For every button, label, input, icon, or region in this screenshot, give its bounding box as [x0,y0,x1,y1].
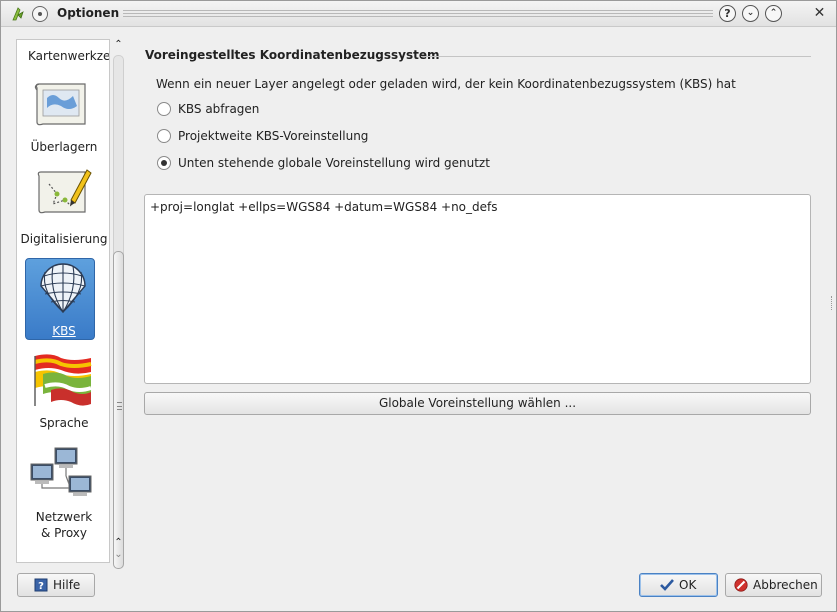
scroll-up-arrow-icon[interactable]: ⌃ [112,39,125,51]
sidebar-item-label: Sprache [39,416,89,430]
scroll-down-arrow-icon[interactable]: ⌄ [112,549,125,561]
crs-group-title: Voreingestelltes Koordinatenbezugssystem [145,48,440,62]
sidebar-item-digitizing[interactable]: Digitalisierung [17,166,109,252]
qgis-app-icon [12,7,24,21]
sidebar-item-map-tools[interactable]: Kartenwerkze [17,40,110,80]
window-title: Optionen [57,6,120,20]
sidebar-item-language[interactable]: Sprache [17,352,109,438]
radio-global-crs[interactable] [157,156,171,170]
maximize-button[interactable]: ⌃ [765,5,782,22]
window-menu-button[interactable] [32,6,48,22]
sidebar-item-network-proxy[interactable]: Netzwerk & Proxy [17,444,109,554]
ok-button-label: OK [679,578,697,592]
title-bar-decoration [123,10,713,19]
help-book-icon: ? [34,578,48,592]
help-dialog-button[interactable]: ? Hilfe [17,573,95,597]
cancel-button[interactable]: Abbrechen [725,573,822,597]
resize-grip[interactable] [831,296,834,310]
sidebar-item-overlay[interactable]: Überlagern [17,80,109,160]
options-category-list: Kartenwerkze Überlagern Digitalisierung [16,39,110,563]
overlay-map-icon [34,83,86,126]
cancel-icon [734,578,748,592]
radio-label-prompt-crs[interactable]: KBS abfragen [178,102,259,116]
minimize-button[interactable]: ⌄ [742,5,759,22]
sidebar-item-label-secondary: & Proxy [40,526,88,540]
close-button[interactable]: ✕ [811,5,828,22]
sidebar-item-label: Überlagern [30,140,98,154]
radio-label-project-crs[interactable]: Projektweite KBS-Voreinstellung [178,129,368,143]
sidebar-item-label: Digitalisierung [20,232,108,246]
network-computers-icon [30,447,92,496]
select-global-default-button[interactable]: Globale Voreinstellung wählen ... [144,392,811,415]
sidebar-item-crs[interactable]: KBS [17,256,109,342]
help-button-label: Hilfe [53,578,81,592]
radio-label-global-crs[interactable]: Unten stehende globale Voreinstellung wi… [178,156,490,170]
sidebar-item-label: KBS [52,324,76,338]
scroll-thumb[interactable] [113,251,124,569]
globe-grid-icon [40,263,86,314]
group-divider [421,56,811,57]
svg-text:?: ? [38,581,44,592]
checkmark-icon [660,579,674,591]
crs-description: Wenn ein neuer Layer angelegt oder gelad… [156,77,736,91]
sidebar-item-label: Netzwerk [35,510,93,524]
radio-prompt-crs[interactable] [157,102,171,116]
grip-icon [117,402,122,410]
radio-project-crs[interactable] [157,129,171,143]
flags-icon [34,354,92,406]
options-dialog: Optionen ? ⌄ ⌃ ✕ Kartenwerkze Überlagern [0,0,837,612]
sidebar-scrollbar[interactable]: ⌃ ⌃ ⌄ [111,39,126,569]
help-button[interactable]: ? [719,5,736,22]
title-bar: Optionen ? ⌄ ⌃ ✕ [1,1,836,27]
sidebar-item-label: Kartenwerkze [28,49,110,63]
ok-button[interactable]: OK [639,573,718,597]
digitize-pencil-icon [37,169,92,214]
scroll-down-arrow-icon-upper[interactable]: ⌃ [112,537,125,549]
cancel-button-label: Abbrechen [753,578,818,592]
proj-string-field[interactable]: +proj=longlat +ellps=WGS84 +datum=WGS84 … [144,194,811,384]
